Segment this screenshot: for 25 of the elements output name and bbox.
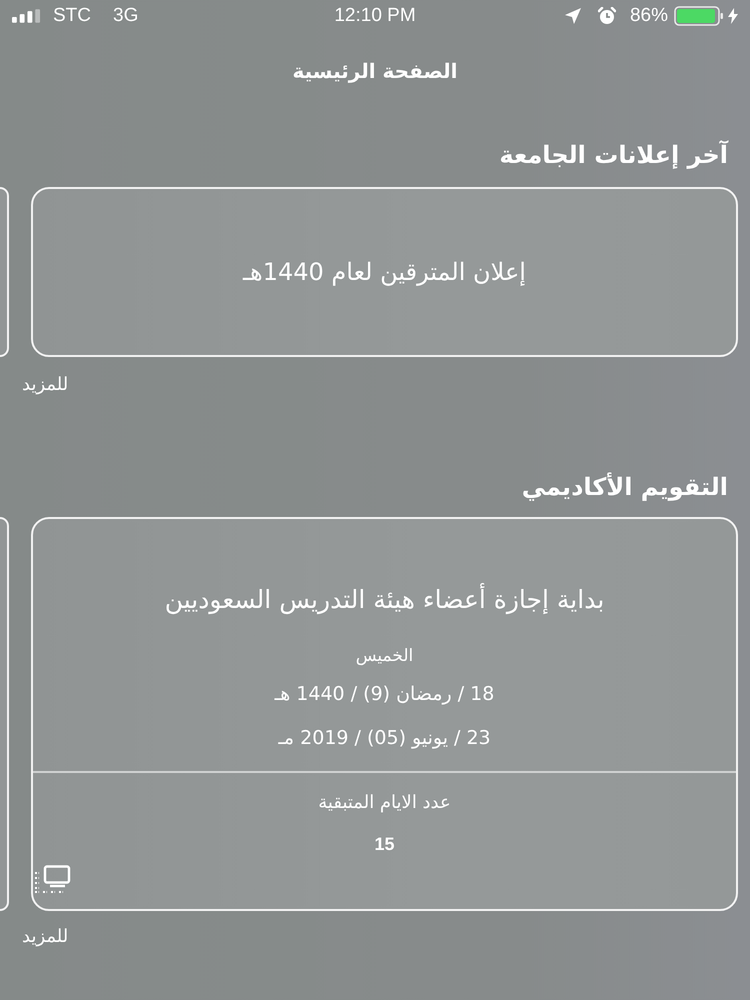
event-title: بداية إجازة أعضاء هيئة التدريس السعوديين (164, 582, 604, 616)
more-link[interactable]: للمزيد (22, 925, 68, 949)
battery-percent: 86% (630, 5, 668, 27)
charging-bolt-icon (728, 8, 738, 24)
previous-card-edge[interactable] (0, 517, 9, 911)
page-title: الصفحة الرئيسية (292, 58, 458, 85)
alarm-clock-icon (598, 7, 616, 25)
announcement-card[interactable]: إعلان المترقين لعام 1440هـ (31, 187, 738, 357)
signal-icon (12, 9, 41, 23)
announcement-title: إعلان المترقين لعام 1440هـ (243, 257, 526, 288)
more-link[interactable]: للمزيد (22, 373, 68, 397)
carrier-name: STC (53, 5, 91, 27)
location-arrow-icon (564, 8, 581, 24)
status-time: 12:10 PM (334, 5, 416, 27)
section-heading: آخر إعلانات الجامعة (499, 139, 728, 171)
section-heading: التقويم الأكاديمي (522, 471, 728, 503)
gregorian-date: 23 / يونيو (05) / 2019 مـ (278, 726, 491, 751)
remaining-days-label: عدد الايام المتبقية (318, 791, 451, 815)
event-weekday: الخميس (356, 645, 414, 668)
monitor-icon (33, 865, 71, 893)
previous-card-edge[interactable] (0, 187, 9, 357)
network-type: 3G (113, 5, 138, 27)
battery-icon (674, 6, 724, 26)
remaining-days-count: 15 (374, 833, 395, 856)
hijri-date: 18 / رمضان (9) / 1440 هـ (274, 682, 494, 707)
